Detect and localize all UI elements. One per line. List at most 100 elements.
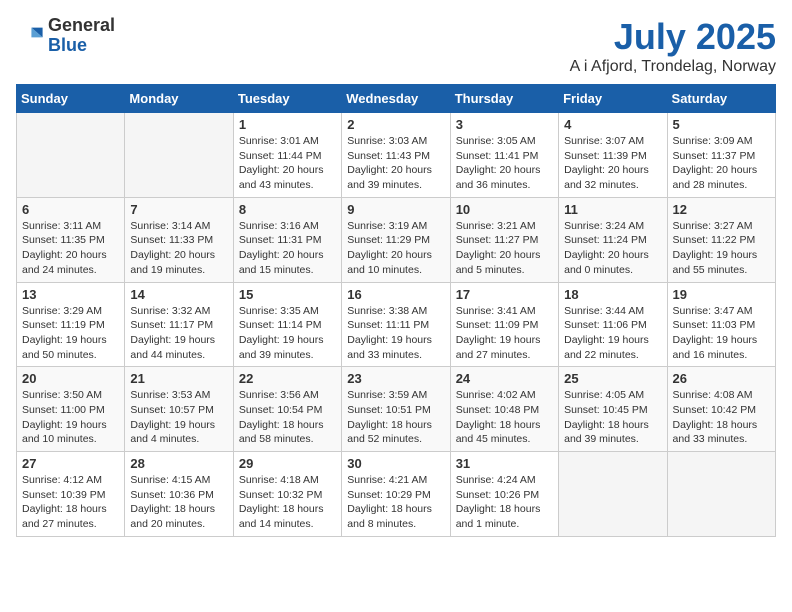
day-number: 2 <box>347 117 444 132</box>
calendar-week-1: 1 Sunrise: 3:01 AM Sunset: 11:44 PM Dayli… <box>17 113 776 198</box>
calendar-header-saturday: Saturday <box>667 85 775 113</box>
day-number: 9 <box>347 202 444 217</box>
day-number: 23 <box>347 371 444 386</box>
day-info: Sunrise: 4:21 AM Sunset: 10:29 PM Daylig… <box>347 473 444 532</box>
logo-icon <box>16 22 44 50</box>
day-number: 24 <box>456 371 553 386</box>
calendar-cell: 21Sunrise: 3:53 AM Sunset: 10:57 PM Dayl… <box>125 367 233 452</box>
day-info: Sunrise: 4:02 AM Sunset: 10:48 PM Daylig… <box>456 388 553 447</box>
day-number: 30 <box>347 456 444 471</box>
calendar-header-wednesday: Wednesday <box>342 85 450 113</box>
calendar-cell: 6 Sunrise: 3:11 AM Sunset: 11:35 PM Dayli… <box>17 197 125 282</box>
day-number: 16 <box>347 287 444 302</box>
day-info: Sunrise: 3:11 AM Sunset: 11:35 PM Daylig… <box>22 219 119 278</box>
day-number: 28 <box>130 456 227 471</box>
page-header: General Blue July 2025 A i Afjord, Trond… <box>16 16 776 76</box>
calendar-cell: 11Sunrise: 3:24 AM Sunset: 11:24 PM Dayl… <box>559 197 667 282</box>
calendar-cell: 24 Sunrise: 4:02 AM Sunset: 10:48 PM Dayl… <box>450 367 558 452</box>
calendar-header-sunday: Sunday <box>17 85 125 113</box>
calendar-cell: 22Sunrise: 3:56 AM Sunset: 10:54 PM Dayl… <box>233 367 341 452</box>
day-info: Sunrise: 3:32 AM Sunset: 11:17 PM Daylig… <box>130 304 227 363</box>
day-info: Sunrise: 3:16 AM Sunset: 11:31 PM Daylig… <box>239 219 336 278</box>
calendar-cell <box>667 452 775 537</box>
day-info: Sunrise: 4:15 AM Sunset: 10:36 PM Daylig… <box>130 473 227 532</box>
day-number: 25 <box>564 371 661 386</box>
day-info: Sunrise: 4:12 AM Sunset: 10:39 PM Daylig… <box>22 473 119 532</box>
day-info: Sunrise: 3:01 AM Sunset: 11:44 PM Daylig… <box>239 134 336 193</box>
calendar-cell: 27 Sunrise: 4:12 AM Sunset: 10:39 PM Dayl… <box>17 452 125 537</box>
day-number: 21 <box>130 371 227 386</box>
day-info: Sunrise: 4:18 AM Sunset: 10:32 PM Daylig… <box>239 473 336 532</box>
day-number: 27 <box>22 456 119 471</box>
day-number: 19 <box>673 287 770 302</box>
calendar-cell: 26Sunrise: 4:08 AM Sunset: 10:42 PM Dayl… <box>667 367 775 452</box>
calendar-header-tuesday: Tuesday <box>233 85 341 113</box>
calendar-cell: 12 Sunrise: 3:27 AM Sunset: 11:22 PM Dayl… <box>667 197 775 282</box>
day-number: 12 <box>673 202 770 217</box>
calendar-header-friday: Friday <box>559 85 667 113</box>
calendar-week-3: 13 Sunrise: 3:29 AM Sunset: 11:19 PM Dayl… <box>17 282 776 367</box>
day-info: Sunrise: 3:44 AM Sunset: 11:06 PM Daylig… <box>564 304 661 363</box>
calendar-cell: 5 Sunrise: 3:09 AM Sunset: 11:37 PM Dayli… <box>667 113 775 198</box>
calendar-cell <box>17 113 125 198</box>
day-info: Sunrise: 3:09 AM Sunset: 11:37 PM Daylig… <box>673 134 770 193</box>
day-number: 31 <box>456 456 553 471</box>
calendar-cell: 30 Sunrise: 4:21 AM Sunset: 10:29 PM Dayl… <box>342 452 450 537</box>
day-number: 13 <box>22 287 119 302</box>
calendar-week-4: 20 Sunrise: 3:50 AM Sunset: 11:00 PM Dayl… <box>17 367 776 452</box>
day-info: Sunrise: 3:05 AM Sunset: 11:41 PM Daylig… <box>456 134 553 193</box>
calendar-header-row: SundayMondayTuesdayWednesdayThursdayFrid… <box>17 85 776 113</box>
calendar-cell: 23Sunrise: 3:59 AM Sunset: 10:51 PM Dayl… <box>342 367 450 452</box>
logo-blue: Blue <box>48 36 115 56</box>
logo-general: General <box>48 16 115 36</box>
calendar-cell: 18 Sunrise: 3:44 AM Sunset: 11:06 PM Dayl… <box>559 282 667 367</box>
calendar-cell: 15 Sunrise: 3:35 AM Sunset: 11:14 PM Dayl… <box>233 282 341 367</box>
calendar-header-monday: Monday <box>125 85 233 113</box>
day-number: 26 <box>673 371 770 386</box>
day-info: Sunrise: 3:38 AM Sunset: 11:11 PM Daylig… <box>347 304 444 363</box>
day-info: Sunrise: 3:03 AM Sunset: 11:43 PM Daylig… <box>347 134 444 193</box>
calendar-cell: 25 Sunrise: 4:05 AM Sunset: 10:45 PM Dayl… <box>559 367 667 452</box>
calendar-cell <box>125 113 233 198</box>
calendar-cell: 3 Sunrise: 3:05 AM Sunset: 11:41 PM Dayli… <box>450 113 558 198</box>
calendar-cell: 16 Sunrise: 3:38 AM Sunset: 11:11 PM Dayl… <box>342 282 450 367</box>
day-info: Sunrise: 3:41 AM Sunset: 11:09 PM Daylig… <box>456 304 553 363</box>
day-number: 11 <box>564 202 661 217</box>
day-number: 29 <box>239 456 336 471</box>
calendar-cell: 7 Sunrise: 3:14 AM Sunset: 11:33 PM Dayli… <box>125 197 233 282</box>
day-number: 8 <box>239 202 336 217</box>
day-number: 4 <box>564 117 661 132</box>
day-info: Sunrise: 3:56 AM Sunset: 10:54 PM Daylig… <box>239 388 336 447</box>
day-number: 6 <box>22 202 119 217</box>
calendar-cell: 19 Sunrise: 3:47 AM Sunset: 11:03 PM Dayl… <box>667 282 775 367</box>
calendar-week-5: 27 Sunrise: 4:12 AM Sunset: 10:39 PM Dayl… <box>17 452 776 537</box>
calendar-cell: 8 Sunrise: 3:16 AM Sunset: 11:31 PM Dayli… <box>233 197 341 282</box>
month-title: July 2025 <box>570 16 776 58</box>
calendar-cell: 10 Sunrise: 3:21 AM Sunset: 11:27 PM Dayl… <box>450 197 558 282</box>
calendar-cell: 17Sunrise: 3:41 AM Sunset: 11:09 PM Dayl… <box>450 282 558 367</box>
day-number: 15 <box>239 287 336 302</box>
day-info: Sunrise: 3:35 AM Sunset: 11:14 PM Daylig… <box>239 304 336 363</box>
day-number: 1 <box>239 117 336 132</box>
day-info: Sunrise: 3:50 AM Sunset: 11:00 PM Daylig… <box>22 388 119 447</box>
calendar-table: SundayMondayTuesdayWednesdayThursdayFrid… <box>16 84 776 537</box>
day-number: 3 <box>456 117 553 132</box>
day-number: 18 <box>564 287 661 302</box>
calendar-cell: 2 Sunrise: 3:03 AM Sunset: 11:43 PM Dayli… <box>342 113 450 198</box>
day-info: Sunrise: 4:05 AM Sunset: 10:45 PM Daylig… <box>564 388 661 447</box>
day-info: Sunrise: 3:14 AM Sunset: 11:33 PM Daylig… <box>130 219 227 278</box>
day-info: Sunrise: 3:19 AM Sunset: 11:29 PM Daylig… <box>347 219 444 278</box>
calendar-cell: 28 Sunrise: 4:15 AM Sunset: 10:36 PM Dayl… <box>125 452 233 537</box>
day-number: 5 <box>673 117 770 132</box>
day-info: Sunrise: 3:47 AM Sunset: 11:03 PM Daylig… <box>673 304 770 363</box>
day-info: Sunrise: 3:29 AM Sunset: 11:19 PM Daylig… <box>22 304 119 363</box>
day-number: 7 <box>130 202 227 217</box>
day-info: Sunrise: 3:27 AM Sunset: 11:22 PM Daylig… <box>673 219 770 278</box>
day-info: Sunrise: 3:21 AM Sunset: 11:27 PM Daylig… <box>456 219 553 278</box>
calendar-cell: 4Sunrise: 3:07 AM Sunset: 11:39 PM Dayli… <box>559 113 667 198</box>
location-title: A i Afjord, Trondelag, Norway <box>570 58 776 76</box>
day-number: 10 <box>456 202 553 217</box>
calendar-cell <box>559 452 667 537</box>
day-number: 20 <box>22 371 119 386</box>
calendar-cell: 14Sunrise: 3:32 AM Sunset: 11:17 PM Dayl… <box>125 282 233 367</box>
